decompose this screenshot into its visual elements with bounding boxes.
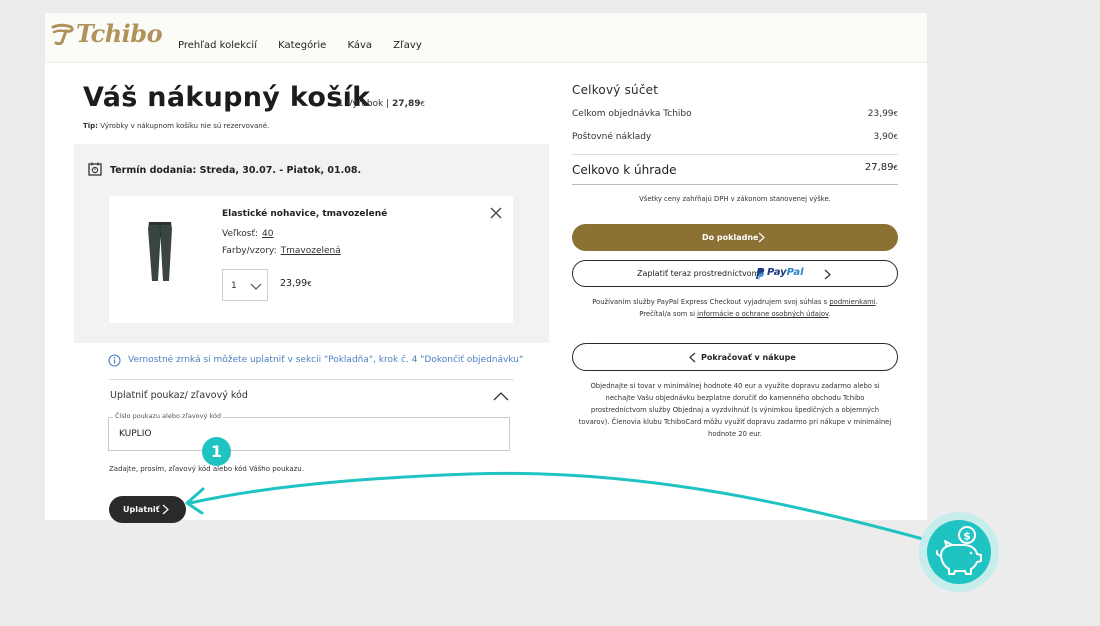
piggy-bank-badge: $ [919,512,999,592]
svg-text:$: $ [963,530,971,543]
piggy-bank-icon: $ [935,526,982,575]
